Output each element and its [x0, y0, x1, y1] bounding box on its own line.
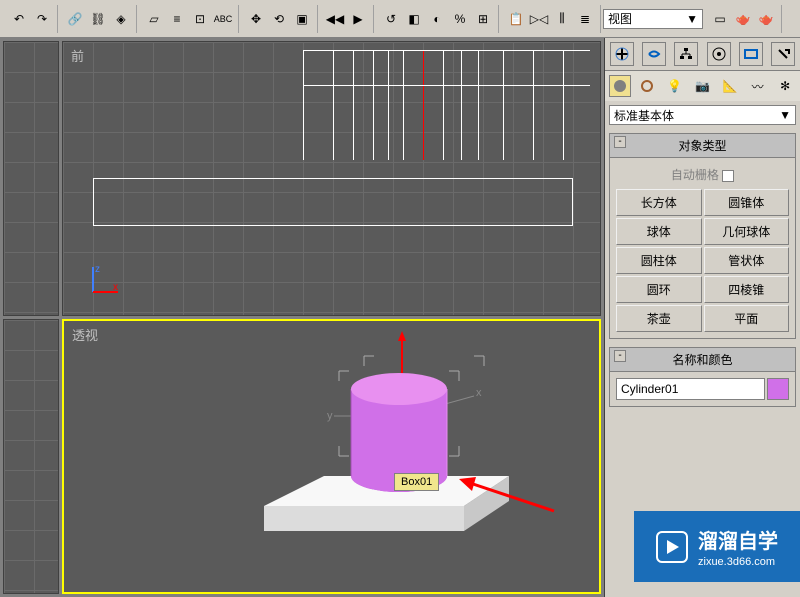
view-dropdown[interactable]: 视图 ▼	[603, 9, 703, 29]
geosphere-button[interactable]: 几何球体	[704, 218, 790, 245]
display-tab-icon[interactable]	[739, 42, 763, 66]
select-name-icon[interactable]: ≡	[166, 8, 188, 30]
name-color-header[interactable]: - 名称和颜色	[610, 348, 795, 372]
tube-button[interactable]: 管状体	[704, 247, 790, 274]
modify-tab-icon[interactable]	[642, 42, 666, 66]
autogrid-checkbox[interactable]	[722, 170, 734, 182]
snap-icon[interactable]: ◧	[403, 8, 425, 30]
viewports-container: 前 z x	[0, 38, 604, 597]
rotate-icon[interactable]: ⟲	[268, 8, 290, 30]
category-dropdown[interactable]: 标准基本体 ▼	[609, 105, 796, 125]
geometry-subtab-icon[interactable]	[609, 75, 631, 97]
svg-text:z: z	[95, 264, 100, 275]
grid-icon[interactable]: ⊞	[472, 8, 494, 30]
layers-icon[interactable]: ≣	[574, 8, 596, 30]
viewport-front-label: 前	[71, 46, 84, 65]
axis-y-label: y	[327, 410, 333, 422]
percent-icon[interactable]: %	[449, 8, 471, 30]
cylinder-button[interactable]: 圆柱体	[616, 247, 702, 274]
scale-icon[interactable]: ▣	[291, 8, 313, 30]
helpers-subtab-icon[interactable]: 📐	[719, 75, 741, 97]
object-type-rollout: - 对象类型 自动栅格 长方体 圆锥体 球体 几何球体 圆柱体 管状体 圆环 四…	[609, 133, 796, 339]
window-icon[interactable]: ▭	[709, 8, 731, 30]
lights-subtab-icon[interactable]: 💡	[664, 75, 686, 97]
mirror-icon[interactable]: ▷◁	[528, 8, 550, 30]
angle-icon[interactable]: ◐	[426, 8, 448, 30]
play-back-icon[interactable]: ◀◀	[324, 8, 346, 30]
cone-button[interactable]: 圆锥体	[704, 189, 790, 216]
abc-icon[interactable]: ABC	[212, 8, 234, 30]
watermark-text: 溜溜自学	[698, 525, 778, 554]
systems-subtab-icon[interactable]: ✻	[774, 75, 796, 97]
axis-x-label: x	[476, 387, 482, 399]
object-type-header[interactable]: - 对象类型	[610, 134, 795, 158]
box-button[interactable]: 长方体	[616, 189, 702, 216]
spacewarps-subtab-icon[interactable]: 〰	[747, 75, 769, 97]
viewport-perspective-label: 透视	[72, 325, 98, 344]
object-tooltip: Box01	[394, 473, 439, 491]
main-toolbar: ↶ ↷ 🔗 ⛓ ◈ ▱ ≡ ⊡ ABC ✥ ⟲ ▣ ◀◀ ▶ ↺ ◧ ◐ % ⊞…	[0, 0, 800, 38]
watermark-play-icon	[656, 531, 688, 563]
undo-icon[interactable]: ↶	[8, 8, 30, 30]
viewport-front[interactable]: 前 z x	[62, 41, 601, 316]
play-icon[interactable]: ▶	[347, 8, 369, 30]
category-dropdown-label: 标准基本体	[614, 107, 674, 124]
axis-indicator: z x	[83, 262, 123, 305]
viewport-perspective[interactable]: 透视 y x	[62, 319, 601, 594]
link-icon[interactable]: 🔗	[64, 8, 86, 30]
render-icon[interactable]: 🫖	[732, 8, 754, 30]
hierarchy-tab-icon[interactable]	[674, 42, 698, 66]
torus-button[interactable]: 圆环	[616, 276, 702, 303]
viewport-top-left[interactable]	[3, 41, 59, 316]
named-icon[interactable]: 📋	[505, 8, 527, 30]
loop-icon[interactable]: ↺	[380, 8, 402, 30]
sphere-button[interactable]: 球体	[616, 218, 702, 245]
pyramid-button[interactable]: 四棱锥	[704, 276, 790, 303]
plane-button[interactable]: 平面	[704, 305, 790, 332]
teapot-icon[interactable]: 🫖	[755, 8, 777, 30]
svg-text:x: x	[113, 282, 118, 293]
teapot-button[interactable]: 茶壶	[616, 305, 702, 332]
object-name-input[interactable]: Cylinder01	[616, 378, 765, 400]
viewport-bottom-left[interactable]	[3, 319, 59, 594]
create-subtabs: 💡 📷 📐 〰 ✻	[605, 71, 800, 101]
watermark: 溜溜自学 zixue.3d66.com	[634, 511, 800, 582]
bind-icon[interactable]: ◈	[110, 8, 132, 30]
view-dropdown-label: 视图	[608, 10, 632, 27]
align-icon[interactable]: ⫼	[551, 8, 573, 30]
unlink-icon[interactable]: ⛓	[87, 8, 109, 30]
autogrid-row: 自动栅格	[614, 162, 791, 187]
redo-icon[interactable]: ↷	[31, 8, 53, 30]
object-color-swatch[interactable]	[767, 378, 789, 400]
name-color-rollout: - 名称和颜色 Cylinder01	[609, 347, 796, 407]
panel-tabs	[605, 38, 800, 71]
crossing-icon[interactable]: ⊡	[189, 8, 211, 30]
select-icon[interactable]: ▱	[143, 8, 165, 30]
autogrid-label: 自动栅格	[671, 168, 719, 182]
create-tab-icon[interactable]	[610, 42, 634, 66]
watermark-url: zixue.3d66.com	[698, 556, 778, 568]
shapes-subtab-icon[interactable]	[636, 75, 658, 97]
motion-tab-icon[interactable]	[707, 42, 731, 66]
cameras-subtab-icon[interactable]: 📷	[691, 75, 713, 97]
utilities-tab-icon[interactable]	[771, 42, 795, 66]
move-icon[interactable]: ✥	[245, 8, 267, 30]
